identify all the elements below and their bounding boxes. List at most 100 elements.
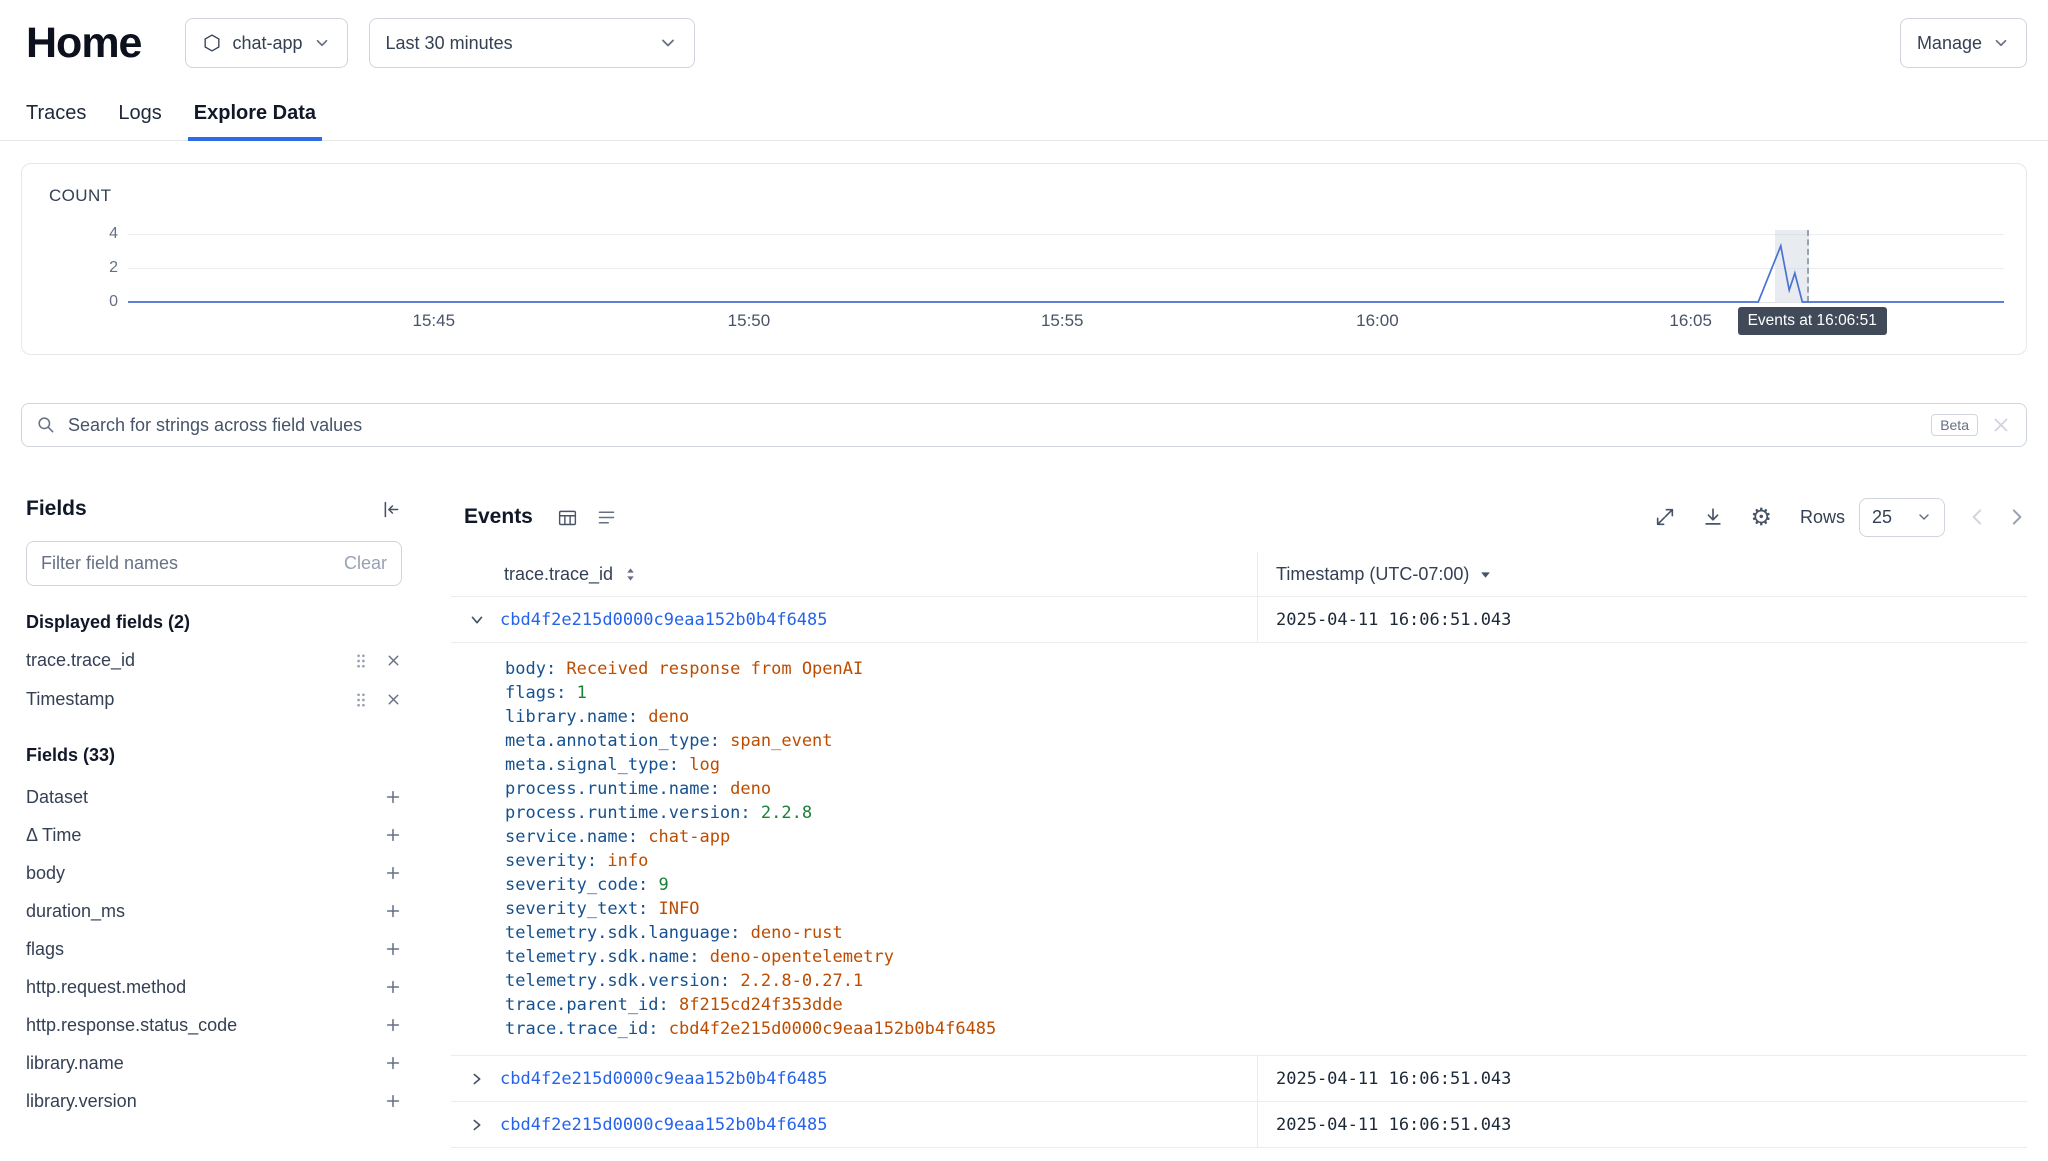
- attribute-key: severity:: [505, 851, 607, 871]
- time-range-selector[interactable]: Last 30 minutes: [369, 18, 695, 68]
- attribute-value: deno-rust: [751, 923, 843, 943]
- add-field-icon[interactable]: [384, 1054, 402, 1072]
- chevron-down-icon: [1916, 509, 1932, 525]
- event-row[interactable]: cbd4f2e215d0000c9eaa152b0b4f64852025-04-…: [451, 1056, 2027, 1102]
- top-bar: Home chat-app Last 30 minutes Manage: [0, 0, 2048, 68]
- dataset-selector[interactable]: chat-app: [185, 18, 347, 68]
- events-table-header: trace.trace_id Timestamp (UTC-07:00): [451, 552, 2027, 597]
- trace-id-link[interactable]: cbd4f2e215d0000c9eaa152b0b4f6485: [500, 610, 828, 630]
- table-view-icon[interactable]: [557, 507, 578, 528]
- field-filter-input[interactable]: [41, 553, 344, 574]
- attribute-key: trace.parent_id:: [505, 995, 679, 1015]
- tab-traces[interactable]: Traces: [20, 92, 92, 140]
- all-fields-header: Fields (33): [26, 745, 402, 766]
- attribute-line: telemetry.sdk.language: deno-rust: [505, 921, 2027, 945]
- attribute-line: process.runtime.name: deno: [505, 777, 2027, 801]
- dataset-name: chat-app: [232, 33, 302, 54]
- add-field-icon[interactable]: [384, 864, 402, 882]
- clear-search-icon[interactable]: [1990, 414, 2012, 436]
- rows-per-page-select[interactable]: 25: [1859, 498, 1945, 537]
- sort-icon[interactable]: [623, 567, 638, 582]
- field-row[interactable]: Δ Time: [26, 816, 402, 854]
- chart-plot-area[interactable]: 4 2 0 15:4515:5015:5516:0016:05 Events a…: [128, 234, 2004, 302]
- add-field-icon[interactable]: [384, 940, 402, 958]
- field-row[interactable]: http.request.method: [26, 968, 402, 1006]
- drag-handle-icon[interactable]: [353, 691, 369, 709]
- collapse-row-icon[interactable]: [463, 611, 491, 629]
- event-row[interactable]: cbd4f2e215d0000c9eaa152b0b4f64852025-04-…: [451, 597, 2027, 643]
- expand-row-icon[interactable]: [463, 1116, 491, 1134]
- remove-field-icon[interactable]: [385, 652, 402, 669]
- chart-title: COUNT: [49, 186, 111, 206]
- search-input[interactable]: [68, 415, 1919, 436]
- attribute-value: chat-app: [648, 827, 730, 847]
- add-field-icon[interactable]: [384, 978, 402, 996]
- settings-gear-icon[interactable]: ⚙: [1750, 505, 1772, 529]
- attribute-value: INFO: [659, 899, 700, 919]
- column-label: Timestamp (UTC-07:00): [1276, 564, 1469, 585]
- trace-id-link[interactable]: cbd4f2e215d0000c9eaa152b0b4f6485: [500, 1069, 828, 1089]
- field-row[interactable]: Dataset: [26, 778, 402, 816]
- field-label: http.request.method: [26, 977, 384, 998]
- field-row[interactable]: library.name: [26, 1044, 402, 1082]
- time-range-value: Last 30 minutes: [386, 33, 513, 54]
- field-label: http.response.status_code: [26, 1015, 384, 1036]
- field-label: trace.trace_id: [26, 650, 337, 671]
- attribute-key: library.name:: [505, 707, 648, 727]
- attribute-line: service.name: chat-app: [505, 825, 2027, 849]
- field-label: Δ Time: [26, 825, 384, 846]
- trace-id-link[interactable]: cbd4f2e215d0000c9eaa152b0b4f6485: [500, 1115, 828, 1135]
- column-header-trace-id[interactable]: trace.trace_id: [451, 552, 1257, 596]
- x-tick-label: 16:00: [1356, 311, 1399, 331]
- fields-list: Dataset Δ Time bodyduration_msflags http.re…: [26, 778, 402, 1120]
- add-field-icon[interactable]: [384, 1016, 402, 1034]
- x-tick-label: 15:50: [728, 311, 771, 331]
- manage-button[interactable]: Manage: [1900, 18, 2027, 68]
- y-tick-label: 2: [80, 259, 118, 277]
- attribute-key: service.name:: [505, 827, 648, 847]
- add-field-icon[interactable]: [384, 1092, 402, 1110]
- beta-badge: Beta: [1931, 414, 1978, 436]
- sort-caret-icon[interactable]: [1479, 568, 1492, 581]
- tab-explore-data[interactable]: Explore Data: [188, 92, 322, 141]
- add-field-icon[interactable]: [384, 788, 402, 806]
- attribute-value: span_event: [730, 731, 832, 751]
- field-row[interactable]: duration_ms: [26, 892, 402, 930]
- next-page-icon[interactable]: [2005, 506, 2027, 528]
- tab-logs[interactable]: Logs: [112, 92, 167, 140]
- attribute-line: meta.signal_type: log: [505, 753, 2027, 777]
- field-label: library.name: [26, 1053, 384, 1074]
- list-view-icon[interactable]: [596, 507, 617, 528]
- previous-page-icon[interactable]: [1967, 506, 1989, 528]
- add-field-icon[interactable]: [384, 902, 402, 920]
- attribute-key: severity_text:: [505, 899, 659, 919]
- drag-handle-icon[interactable]: [353, 652, 369, 670]
- download-icon[interactable]: [1702, 506, 1724, 528]
- displayed-field-row[interactable]: trace.trace_id: [26, 641, 402, 680]
- fields-panel: Fields Clear Displayed fields (2) trace.…: [26, 497, 402, 1120]
- field-row[interactable]: flags: [26, 930, 402, 968]
- pagination: [1967, 506, 2027, 528]
- attribute-key: severity_code:: [505, 875, 659, 895]
- clear-filter-button[interactable]: Clear: [344, 553, 387, 574]
- field-row[interactable]: body: [26, 854, 402, 892]
- manage-label: Manage: [1917, 33, 1982, 54]
- attribute-key: process.runtime.version:: [505, 803, 761, 823]
- field-row[interactable]: http.response.status_code: [26, 1006, 402, 1044]
- event-detail: body: Received response from OpenAIflags…: [451, 643, 2027, 1056]
- attribute-value: Received response from OpenAI: [566, 659, 863, 679]
- column-header-timestamp[interactable]: Timestamp (UTC-07:00): [1257, 552, 2027, 596]
- attribute-key: body:: [505, 659, 566, 679]
- event-row[interactable]: cbd4f2e215d0000c9eaa152b0b4f64852025-04-…: [451, 1102, 2027, 1148]
- y-tick-label: 4: [80, 225, 118, 243]
- displayed-field-row[interactable]: Timestamp: [26, 680, 402, 719]
- add-field-icon[interactable]: [384, 826, 402, 844]
- expand-view-icon[interactable]: [1654, 506, 1676, 528]
- displayed-fields-header: Displayed fields (2): [26, 612, 402, 633]
- collapse-panel-icon[interactable]: [381, 499, 402, 520]
- field-row[interactable]: library.version: [26, 1082, 402, 1120]
- attribute-line: severity_text: INFO: [505, 897, 2027, 921]
- y-tick-label: 0: [80, 293, 118, 311]
- expand-row-icon[interactable]: [463, 1070, 491, 1088]
- remove-field-icon[interactable]: [385, 691, 402, 708]
